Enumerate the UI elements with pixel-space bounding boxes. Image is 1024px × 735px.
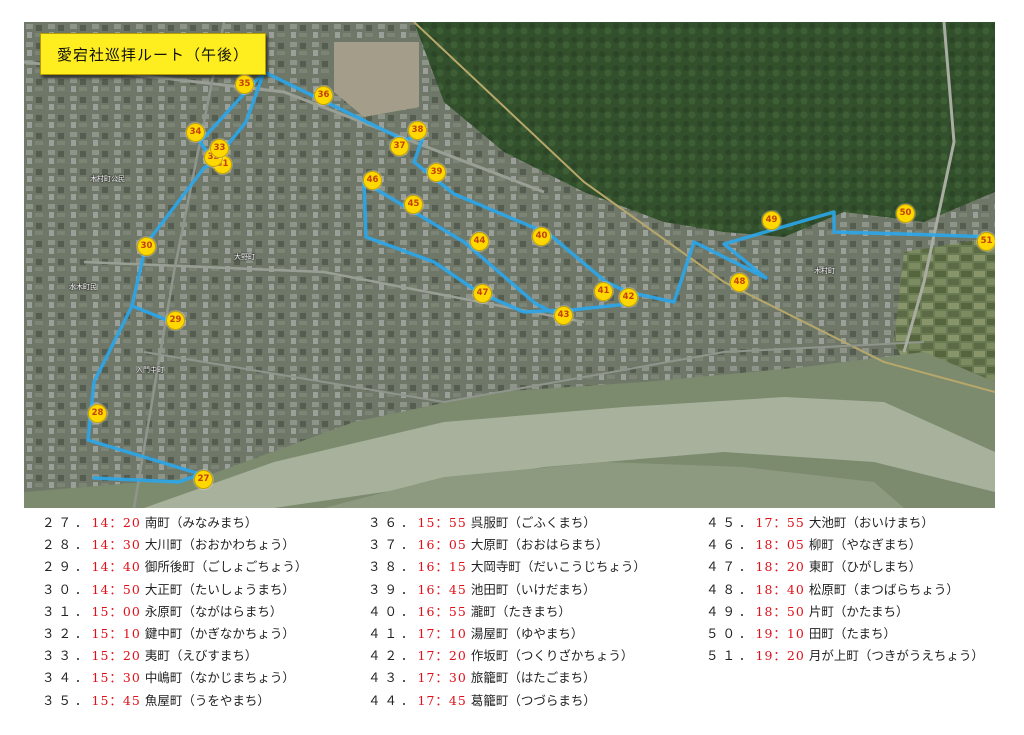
route-marker-41[interactable]: 41 [594, 282, 613, 301]
schedule-item: ４０．16：55 瀧町（たきまち） [368, 603, 571, 619]
route-marker-34[interactable]: 34 [186, 123, 205, 142]
schedule-column-3: ４５．17：55 大池町（おいけまち） ４６．18：05 柳町（やなぎまち） ４７．… [706, 512, 984, 667]
schedule-item: ４１．17：10 湯屋町（ゆやまち） [368, 625, 584, 641]
schedule-item: ３５．15：45 魚屋町（うをやまち） [42, 692, 270, 708]
route-schedule: ２７．14：20 南町（みなみまち） ２８．14：30 大川町（おおかわちょう） ２… [0, 512, 1024, 732]
map-label: 入門中町 [136, 366, 164, 374]
schedule-item: ２７．14：20 南町（みなみまち） [42, 515, 258, 530]
route-marker-50[interactable]: 50 [896, 204, 915, 223]
route-marker-39[interactable]: 39 [427, 163, 446, 182]
schedule-item: ４７．18：20 東町（ひがしまち） [706, 559, 922, 575]
schedule-item: ３６．15：55 呉服町（ごふくまち） [368, 515, 596, 530]
schedule-item: ４４．17：45 葛籠町（つづらまち） [368, 692, 596, 708]
schedule-item: ４５．17：55 大池町（おいけまち） [706, 515, 934, 530]
route-marker-44[interactable]: 44 [470, 232, 489, 251]
schedule-item: ５１．19：20 月が上町（つきがうえちょう） [706, 648, 984, 664]
schedule-item: ４８．18：40 松原町（まつばらちょう） [706, 581, 959, 597]
route-marker-28[interactable]: 28 [88, 404, 107, 423]
aerial-map[interactable]: 愛宕社巡拝ルート（午後） 木村町公民 水木町民 大野町 入門中町 木村町 27 … [24, 22, 995, 508]
schedule-item: ３３．15：20 夷町（えびすまち） [42, 648, 258, 664]
map-terrain [24, 22, 995, 508]
route-marker-46[interactable]: 46 [363, 171, 382, 190]
route-marker-37[interactable]: 37 [390, 137, 409, 156]
route-marker-47[interactable]: 47 [473, 284, 492, 303]
route-marker-38[interactable]: 38 [408, 121, 427, 140]
schedule-item: ４３．17：30 旅籠町（はたごまち） [368, 670, 596, 686]
route-marker-33[interactable]: 33 [210, 139, 229, 158]
schedule-item: ３１．15：00 永原町（ながはらまち） [42, 603, 283, 619]
schedule-item: ３９．16：45 池田町（いけだまち） [368, 581, 596, 597]
route-marker-45[interactable]: 45 [404, 195, 423, 214]
schedule-column-1: ２７．14：20 南町（みなみまち） ２８．14：30 大川町（おおかわちょう） ２… [42, 512, 307, 712]
route-marker-43[interactable]: 43 [554, 306, 573, 325]
map-label: 大野町 [234, 253, 255, 261]
map-label: 木村町 [814, 267, 835, 275]
schedule-column-2: ３６．15：55 呉服町（ごふくまち） ３７．16：05 大原町（おおはらまち） ３… [368, 512, 646, 712]
route-marker-36[interactable]: 36 [314, 86, 333, 105]
map-title: 愛宕社巡拝ルート（午後） [40, 33, 266, 75]
route-marker-35[interactable]: 35 [235, 75, 254, 94]
route-marker-51[interactable]: 51 [977, 232, 995, 251]
schedule-item: ４９．18：50 片町（かたまち） [706, 603, 909, 619]
schedule-item: ３０．14：50 大正町（たいしょうまち） [42, 581, 295, 597]
map-label: 木村町公民 [90, 175, 125, 183]
schedule-item: ３７．16：05 大原町（おおはらまち） [368, 537, 609, 553]
schedule-item: ５０．19：10 田町（たまち） [706, 625, 896, 641]
route-marker-27[interactable]: 27 [194, 470, 213, 489]
schedule-item: ３４．15：30 中嶋町（なかじまちょう） [42, 670, 295, 686]
route-marker-29[interactable]: 29 [166, 311, 185, 330]
schedule-item: ３８．16：15 大岡寺町（だいこうじちょう） [368, 559, 646, 575]
route-marker-40[interactable]: 40 [532, 227, 551, 246]
schedule-item: ４２．17：20 作坂町（つくりざかちょう） [368, 648, 634, 664]
map-label: 水木町民 [69, 283, 97, 291]
schedule-item: ２９．14：40 御所後町（ごしょごちょう） [42, 559, 308, 575]
schedule-item: ４６．18：05 柳町（やなぎまち） [706, 537, 922, 553]
route-marker-49[interactable]: 49 [762, 211, 781, 230]
schedule-item: ２８．14：30 大川町（おおかわちょう） [42, 537, 295, 553]
route-marker-30[interactable]: 30 [137, 237, 156, 256]
route-marker-42[interactable]: 42 [619, 288, 638, 307]
schedule-item: ３２．15：10 鍵中町（かぎなかちょう） [42, 625, 295, 641]
route-marker-48[interactable]: 48 [730, 273, 749, 292]
